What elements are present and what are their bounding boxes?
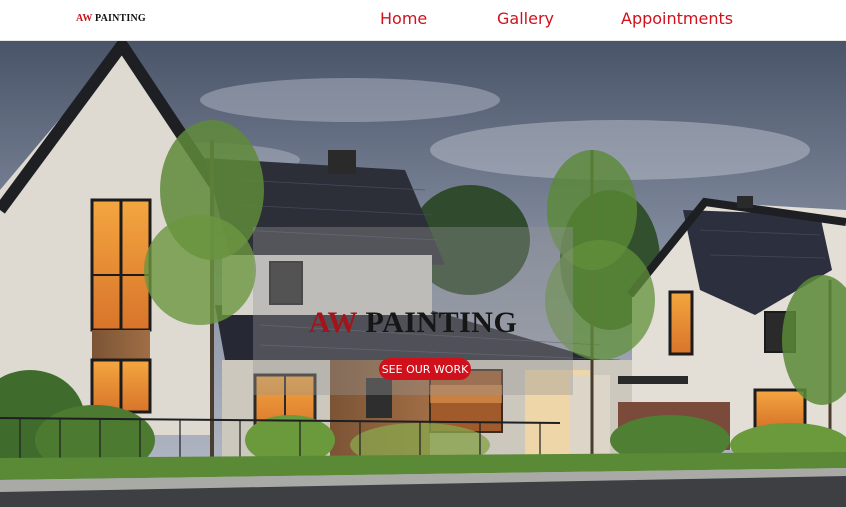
- hero-section: AW PAINTING SEE OUR WORK: [0, 40, 846, 507]
- hero-title-aw: AW: [308, 306, 358, 339]
- top-navbar: AW PAINTING Home Gallery Appointments: [0, 0, 846, 41]
- hero-title-painting: PAINTING: [365, 306, 518, 339]
- brand-logo[interactable]: AW PAINTING: [76, 13, 146, 24]
- hero-title: AW PAINTING: [253, 306, 573, 340]
- logo-aw: AW: [76, 13, 93, 24]
- nav-gallery-link[interactable]: Gallery: [497, 9, 554, 28]
- hero-overlay: AW PAINTING SEE OUR WORK: [253, 227, 573, 395]
- see-our-work-button[interactable]: SEE OUR WORK: [379, 358, 471, 380]
- nav-home-link[interactable]: Home: [380, 9, 427, 28]
- logo-painting: PAINTING: [95, 13, 146, 24]
- nav-appointments-link[interactable]: Appointments: [621, 9, 733, 28]
